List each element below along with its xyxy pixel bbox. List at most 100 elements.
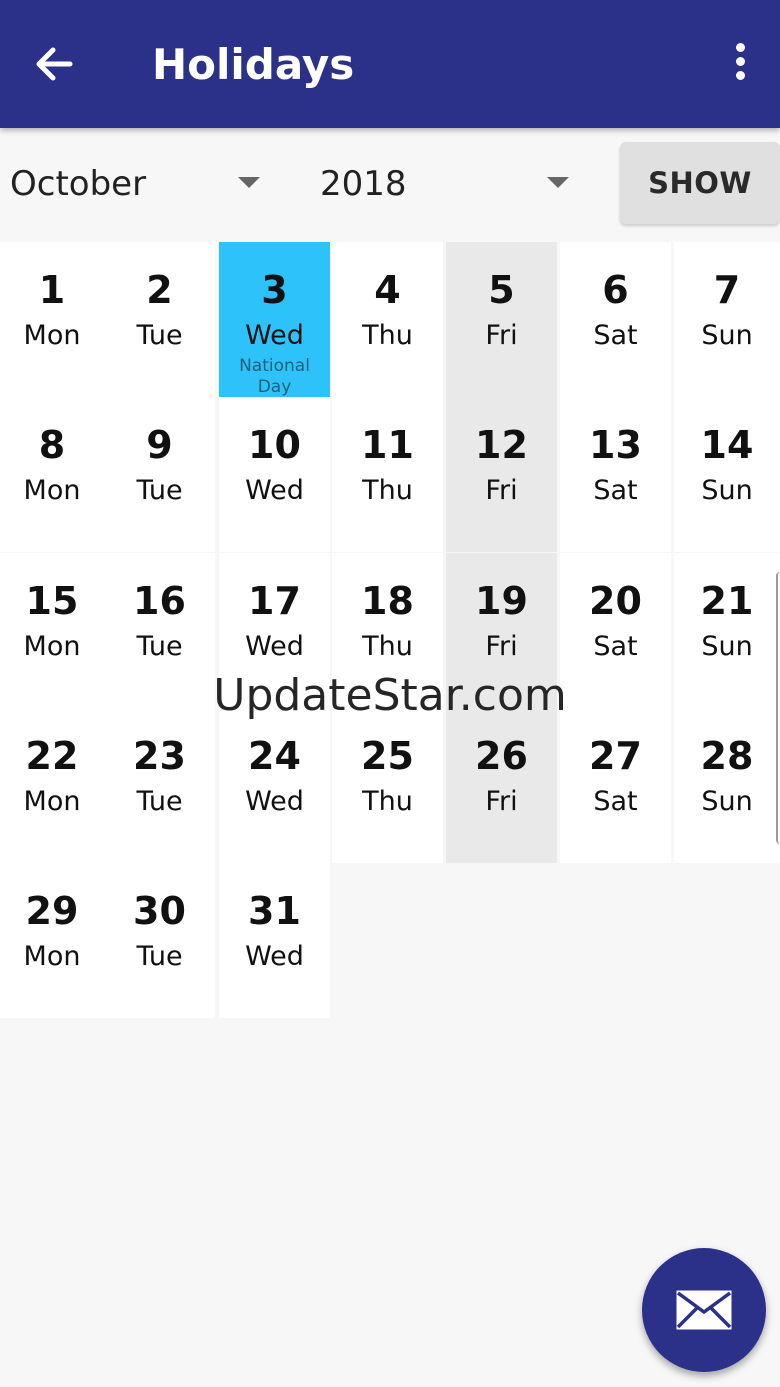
calendar-day[interactable]: 14 Sun — [674, 397, 780, 552]
day-number: 19 — [475, 579, 528, 623]
calendar-day[interactable]: 5 Fri — [446, 242, 557, 397]
calendar-day[interactable]: 1 Mon — [0, 242, 104, 397]
day-of-week: Sat — [593, 631, 638, 662]
day-of-week: Thu — [362, 631, 413, 662]
day-of-week: Tue — [136, 475, 183, 506]
day-of-week: Sun — [701, 631, 753, 662]
filter-bar: October 2018 SHOW — [0, 130, 780, 236]
day-number: 2 — [146, 268, 173, 312]
more-options-button[interactable] — [722, 40, 758, 90]
calendar-day[interactable]: 9 Tue — [104, 397, 215, 552]
calendar-day[interactable]: 2 Tue — [104, 242, 215, 397]
day-of-week: Sun — [701, 320, 753, 351]
day-of-week: Sat — [593, 320, 638, 351]
day-of-week: Mon — [23, 475, 81, 506]
day-number: 20 — [589, 579, 642, 623]
day-of-week: Thu — [362, 320, 413, 351]
email-fab-button[interactable] — [642, 1248, 766, 1372]
app-bar: Holidays — [0, 0, 780, 128]
day-number: 4 — [374, 268, 401, 312]
day-of-week: Sat — [593, 786, 638, 817]
day-of-week: Thu — [362, 475, 413, 506]
arrow-back-icon — [36, 47, 73, 81]
calendar-day[interactable]: 4 Thu — [332, 242, 443, 397]
scroll-indicator — [776, 572, 780, 844]
day-number: 11 — [361, 423, 414, 467]
day-number: 25 — [361, 734, 414, 778]
day-of-week: Fri — [485, 631, 518, 662]
calendar-day[interactable]: 26 Fri — [446, 708, 557, 863]
day-of-week: Tue — [136, 786, 183, 817]
mail-icon — [676, 1290, 732, 1330]
show-button[interactable]: SHOW — [620, 142, 780, 224]
day-number: 15 — [25, 579, 79, 623]
day-number: 10 — [248, 423, 301, 467]
day-of-week: Wed — [245, 941, 304, 972]
day-of-week: Mon — [23, 631, 81, 662]
calendar-day[interactable]: 25 Thu — [332, 708, 443, 863]
page-title: Holidays — [152, 40, 355, 89]
calendar-day[interactable]: 8 Mon — [0, 397, 104, 552]
calendar-day[interactable]: 22 Mon — [0, 708, 104, 863]
day-number: 21 — [700, 579, 754, 623]
day-number: 6 — [602, 268, 629, 312]
calendar-day[interactable]: 7 Sun — [674, 242, 780, 397]
day-of-week: Tue — [136, 631, 183, 662]
day-of-week: Fri — [485, 475, 518, 506]
month-dropdown[interactable]: October — [0, 150, 280, 214]
day-number: 30 — [133, 889, 186, 933]
day-number: 27 — [589, 734, 642, 778]
calendar-day[interactable]: 29 Mon — [0, 863, 104, 1018]
calendar-day[interactable]: 6 Sat — [560, 242, 671, 397]
caret-down-icon — [238, 177, 260, 188]
day-number: 31 — [248, 889, 301, 933]
day-number: 5 — [488, 268, 515, 312]
day-of-week: Thu — [362, 786, 413, 817]
calendar-day[interactable]: 10 Wed — [219, 397, 330, 552]
calendar-day[interactable]: 31 Wed — [219, 863, 330, 1018]
caret-down-icon — [547, 177, 569, 188]
day-of-week: Sat — [593, 475, 638, 506]
calendar-day[interactable]: 27 Sat — [560, 708, 671, 863]
day-of-week: Wed — [245, 786, 304, 817]
day-of-week: Tue — [136, 320, 183, 351]
day-number: 13 — [589, 423, 642, 467]
day-of-week: Wed — [245, 320, 304, 351]
day-number: 12 — [475, 423, 528, 467]
calendar-day[interactable]: 11 Thu — [332, 397, 443, 552]
day-number: 8 — [38, 423, 66, 467]
day-of-week: Fri — [485, 786, 518, 817]
day-of-week: Sun — [701, 475, 753, 506]
day-number: 24 — [248, 734, 301, 778]
back-button[interactable] — [24, 34, 84, 94]
day-number: 16 — [133, 579, 186, 623]
day-number: 17 — [248, 579, 301, 623]
day-of-week: Mon — [23, 320, 81, 351]
calendar-day-holiday[interactable]: 3 Wed National Day — [219, 242, 330, 397]
day-of-week: Mon — [23, 941, 81, 972]
day-number: 18 — [361, 579, 414, 623]
calendar-day[interactable]: 13 Sat — [560, 397, 671, 552]
day-number: 9 — [146, 423, 173, 467]
day-of-week: Mon — [23, 786, 81, 817]
day-number: 28 — [700, 734, 754, 778]
calendar-day[interactable]: 24 Wed — [219, 708, 330, 863]
calendar-day[interactable]: 30 Tue — [104, 863, 215, 1018]
day-number: 26 — [475, 734, 528, 778]
calendar-day[interactable]: 23 Tue — [104, 708, 215, 863]
day-number: 3 — [261, 268, 288, 312]
day-number: 14 — [700, 423, 754, 467]
day-number: 29 — [25, 889, 79, 933]
month-value: October — [10, 164, 147, 204]
calendar-day[interactable]: 28 Sun — [674, 708, 780, 863]
day-number: 23 — [133, 734, 186, 778]
more-vert-icon — [735, 43, 745, 52]
day-of-week: Sun — [701, 786, 753, 817]
year-value: 2018 — [320, 164, 407, 204]
day-of-week: Wed — [245, 475, 304, 506]
holiday-name: National Day — [239, 356, 310, 397]
day-number: 7 — [713, 268, 741, 312]
day-of-week: Tue — [136, 941, 183, 972]
year-dropdown[interactable]: 2018 — [310, 150, 590, 214]
calendar-day[interactable]: 12 Fri — [446, 397, 557, 552]
